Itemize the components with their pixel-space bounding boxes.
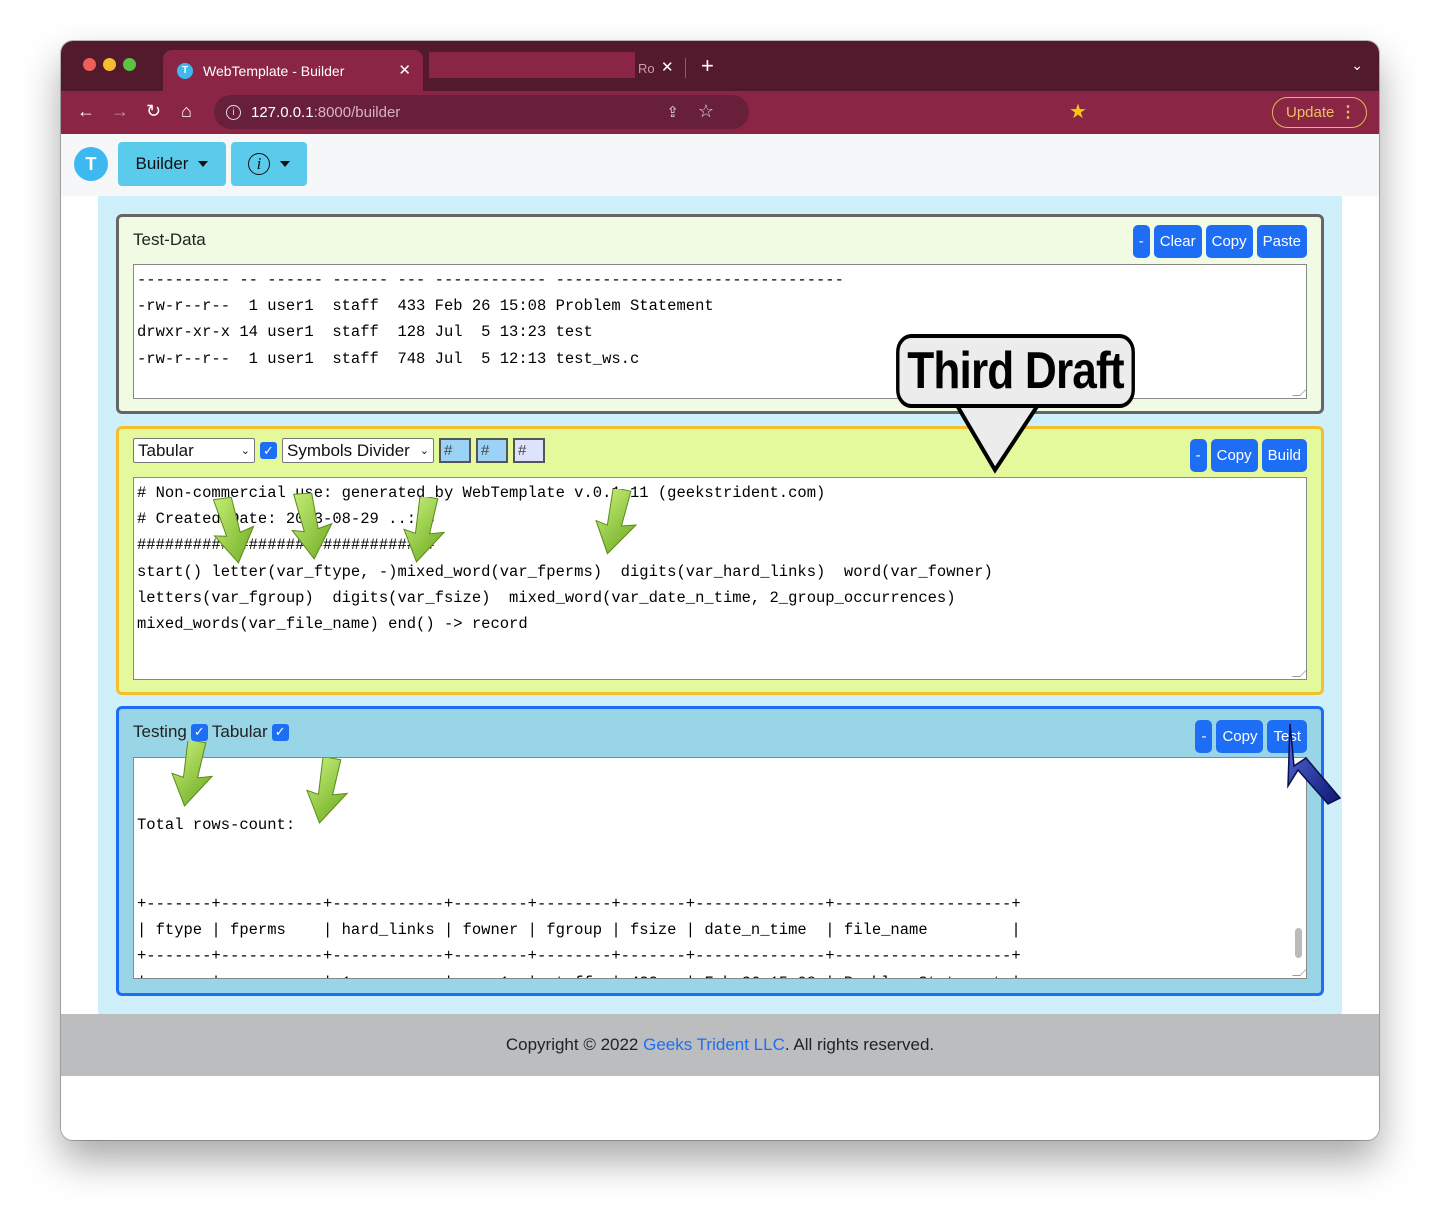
test-data-title: Test-Data [133, 230, 206, 249]
testing-checkbox[interactable]: ✓ [190, 723, 208, 741]
forward-icon[interactable]: → [111, 101, 129, 122]
green-arrow-icon [403, 497, 446, 563]
third-draft-callout: Third Draft [896, 334, 1135, 408]
tab-bar: T WebTemplate - Builder ✕ Ro ✕ + ⌄ [61, 41, 1379, 91]
rights-text: . All rights reserved. [784, 1035, 935, 1054]
copy-button[interactable]: Copy [1205, 225, 1253, 258]
collapse-button[interactable]: - [1195, 720, 1213, 753]
table-row: | - | rw-r--r-- | 1 | user1 | staff | 43… [137, 970, 1303, 978]
scrollbar-thumb[interactable] [1295, 928, 1302, 958]
site-info-icon[interactable]: i [226, 104, 241, 120]
browser-window: T WebTemplate - Builder ✕ Ro ✕ + ⌄ ← → ↻… [61, 41, 1379, 1140]
tabular-checkbox[interactable]: ✓ [271, 723, 289, 741]
paste-button[interactable]: Paste [1256, 225, 1307, 258]
url-host: 127.0.0.1 [251, 103, 314, 121]
testing-label: Testing [133, 722, 187, 741]
green-arrow-icon [595, 489, 638, 555]
table-border: +-------+-----------+------------+------… [137, 895, 1021, 914]
tab-title: WebTemplate - Builder [203, 62, 345, 79]
text-line: -rw-r--r-- 1 user1 staff 433 Feb 26 15:0… [137, 297, 714, 316]
info-dropdown[interactable]: i [231, 142, 307, 186]
update-button[interactable]: Update ⋮ [1272, 97, 1367, 128]
main-container: Test-Data - Clear Copy Paste ---------- … [98, 196, 1342, 1014]
browser-toolbar: ← → ↻ ⌂ i 127.0.0.1:8000/builder ⇪ ☆ ★ U… [61, 91, 1379, 134]
close-tab-icon[interactable]: ✕ [398, 61, 411, 79]
blue-pointer-arrow-icon [1287, 723, 1342, 805]
callout-tail [951, 400, 1044, 474]
page: T Builder i Test-Data - Clear Copy Paste… [61, 134, 1379, 1140]
chevron-down-icon: ⌄ [240, 445, 250, 457]
divider-checkbox[interactable]: ✓ [260, 442, 277, 459]
copy-button[interactable]: Copy [1210, 439, 1258, 472]
divider-select-value: Symbols Divider [287, 440, 410, 460]
close-window-button[interactable] [83, 58, 96, 71]
collapse-button[interactable]: - [1189, 439, 1207, 472]
text-line: mixed_words(var_file_name) end() -> reco… [137, 615, 528, 634]
home-icon[interactable]: ⌂ [181, 101, 192, 122]
minimize-window-button[interactable] [103, 58, 116, 71]
chevron-down-icon: ⌄ [419, 445, 429, 457]
tab-inactive[interactable] [429, 52, 635, 78]
hash-input-2[interactable]: # [476, 438, 508, 463]
company-link[interactable]: Geeks Trident LLC [643, 1035, 785, 1055]
menu-kebab-icon: ⋮ [1340, 104, 1356, 121]
build-button[interactable]: Build [1261, 439, 1307, 472]
result-table: +-------+-----------+------------+------… [137, 891, 1303, 978]
info-icon: i [248, 153, 270, 175]
app-navbar: T Builder i [61, 134, 1379, 196]
caret-down-icon [198, 161, 209, 167]
resize-handle[interactable] [1292, 388, 1306, 396]
site-favicon-icon: T [177, 62, 193, 79]
extension-star-icon[interactable]: ★ [1069, 99, 1087, 124]
testing-card: Testing ✓ Tabular ✓ - Copy Test Total ro… [116, 706, 1324, 996]
update-label: Update [1286, 104, 1335, 121]
back-icon[interactable]: ← [77, 101, 95, 122]
hash-input-1[interactable]: # [439, 438, 471, 463]
table-border: +-------+-----------+------------+------… [137, 947, 1021, 966]
close-tab-icon[interactable]: ✕ [661, 58, 674, 76]
text-line: ---------- -- ------ ------ --- --------… [137, 271, 844, 289]
collapse-button[interactable]: - [1132, 225, 1150, 258]
green-arrow-icon [306, 758, 349, 824]
text-line: letters(var_fgroup) digits(var_fsize) mi… [137, 588, 956, 607]
format-select[interactable]: Tabular ⌄ [133, 438, 255, 463]
app-logo-icon[interactable]: T [74, 147, 108, 181]
divider-select[interactable]: Symbols Divider ⌄ [282, 438, 434, 463]
bookmark-star-icon[interactable]: ☆ [698, 101, 714, 122]
reload-icon[interactable]: ↻ [146, 101, 161, 122]
text-line: start() letter(var_ftype, -)mixed_word(v… [137, 562, 993, 581]
address-bar[interactable]: i 127.0.0.1:8000/builder ⇪ ☆ [214, 95, 749, 129]
copyright-text: Copyright © 2022 [505, 1035, 639, 1054]
green-arrow-icon [212, 497, 255, 564]
tab-search-chevron-icon[interactable]: ⌄ [1351, 57, 1363, 74]
maximize-window-button[interactable] [123, 58, 136, 71]
tabular-label: Tabular [211, 722, 268, 741]
builder-dropdown[interactable]: Builder [118, 142, 226, 186]
caret-down-icon [280, 161, 290, 167]
green-arrow-icon [171, 741, 214, 807]
hash-input-3[interactable]: # [513, 438, 545, 463]
test-data-card: Test-Data - Clear Copy Paste ---------- … [116, 214, 1324, 414]
tab-separator [685, 58, 686, 78]
clear-button[interactable]: Clear [1153, 225, 1202, 258]
url-path: :8000/builder [313, 103, 401, 121]
builder-label: Builder [135, 154, 189, 173]
tab-active[interactable]: T WebTemplate - Builder ✕ [163, 50, 423, 91]
tab-inactive-title: Ro [638, 61, 655, 76]
share-icon[interactable]: ⇪ [666, 103, 679, 121]
format-select-value: Tabular [138, 440, 194, 460]
green-arrow-icon [291, 493, 333, 560]
footer: Copyright © 2022 Geeks Trident LLC. All … [61, 1014, 1379, 1076]
new-tab-icon[interactable]: + [701, 53, 714, 79]
table-header-row: | ftype | fperms | hard_links | fowner |… [137, 921, 1021, 940]
resize-handle[interactable] [1292, 669, 1306, 677]
